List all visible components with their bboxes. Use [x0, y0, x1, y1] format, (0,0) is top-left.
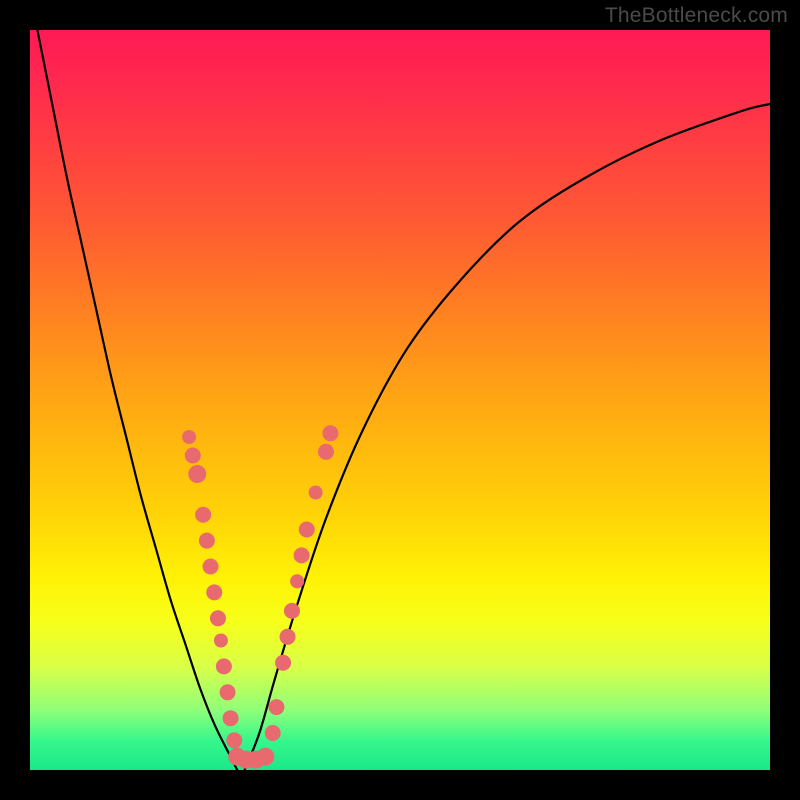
data-marker: [322, 425, 338, 441]
data-marker: [265, 725, 281, 741]
data-marker: [226, 732, 242, 748]
data-marker: [268, 699, 284, 715]
data-marker: [318, 444, 334, 460]
data-marker: [280, 629, 296, 645]
curve-left: [37, 30, 237, 770]
data-marker: [294, 547, 310, 563]
data-marker: [216, 658, 232, 674]
data-marker: [206, 584, 222, 600]
data-marker: [299, 522, 315, 538]
data-marker: [214, 634, 228, 648]
data-marker: [309, 486, 323, 500]
data-marker: [188, 465, 206, 483]
data-marker: [195, 507, 211, 523]
watermark-text: TheBottleneck.com: [605, 4, 788, 28]
data-marker: [290, 574, 304, 588]
plot-area: [30, 30, 770, 770]
chart-svg: [30, 30, 770, 770]
data-marker: [275, 655, 291, 671]
data-marker: [220, 684, 236, 700]
data-marker: [223, 710, 239, 726]
data-marker: [185, 448, 201, 464]
data-marker: [203, 559, 219, 575]
data-marker: [182, 430, 196, 444]
chart-frame: TheBottleneck.com: [0, 0, 800, 800]
data-marker: [199, 533, 215, 549]
data-marker: [210, 610, 226, 626]
data-marker: [284, 603, 300, 619]
data-marker: [256, 748, 274, 766]
